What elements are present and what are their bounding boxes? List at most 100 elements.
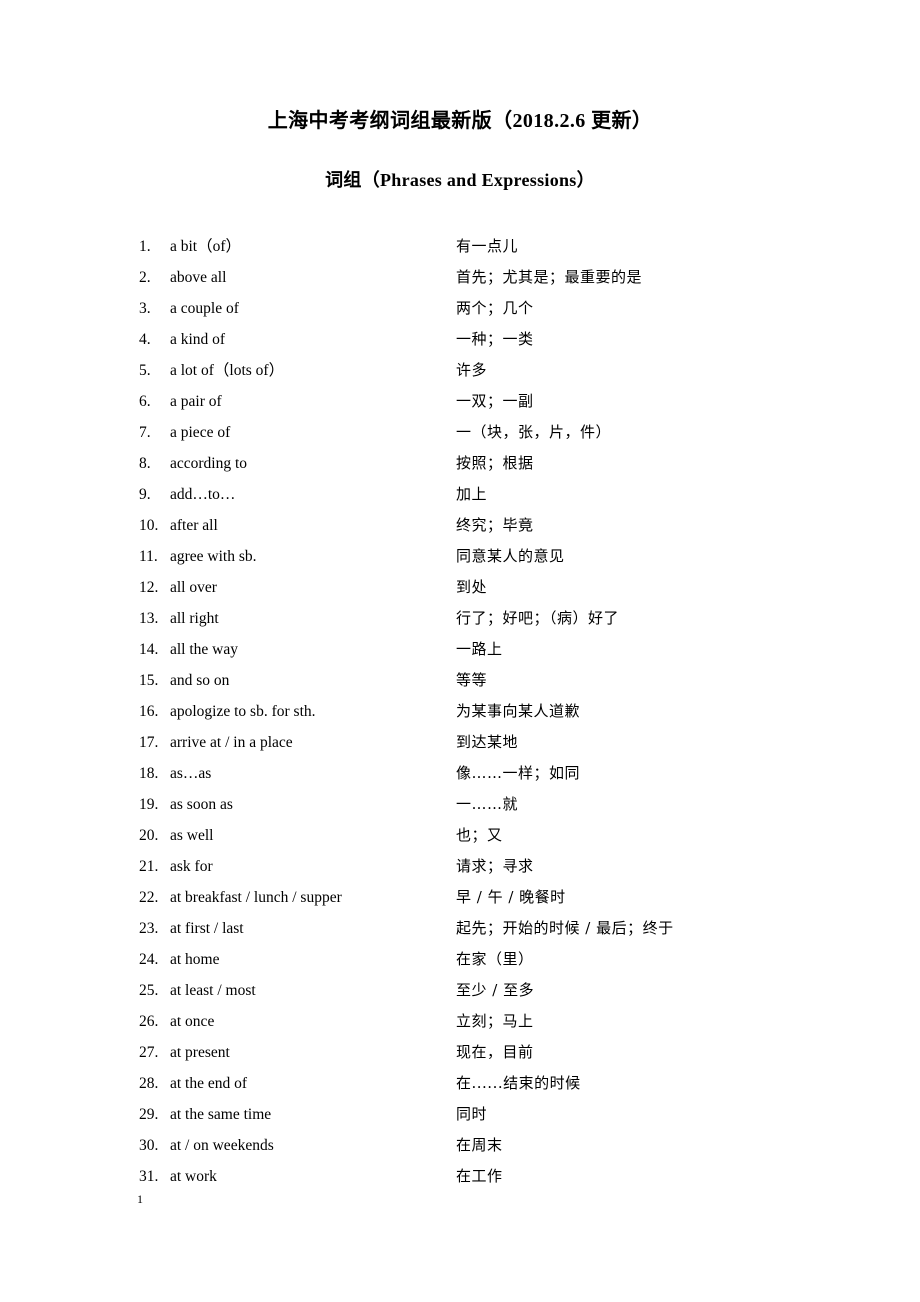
entry-chinese-translation: 有一点儿 bbox=[456, 237, 519, 255]
document-page: 上海中考考纲词组最新版（2018.2.6 更新） 词组（Phrases and … bbox=[0, 0, 920, 1302]
phrase-entry-row: 8. according to 按照；根据 bbox=[0, 448, 920, 479]
entry-english-phrase: at work bbox=[170, 1168, 217, 1185]
entry-chinese-translation: 一……就 bbox=[456, 795, 519, 813]
entry-chinese-translation: 起先；开始的时候 / 最后；终于 bbox=[456, 919, 674, 937]
entry-chinese-translation: 一双；一副 bbox=[456, 392, 534, 410]
entry-chinese-translation: 同时 bbox=[456, 1105, 488, 1123]
document-title: 上海中考考纲词组最新版（2018.2.6 更新） bbox=[267, 110, 653, 132]
phrase-entry-row: 26. at once 立刻；马上 bbox=[0, 1006, 920, 1037]
entry-number: 3. bbox=[139, 300, 151, 317]
entry-number: 29. bbox=[139, 1106, 159, 1123]
entry-chinese-translation: 早 / 午 / 晚餐时 bbox=[456, 888, 566, 906]
entry-english-phrase: at home bbox=[170, 951, 220, 968]
phrase-entry-row: 3. a couple of 两个；几个 bbox=[0, 293, 920, 324]
entry-chinese-translation: 等等 bbox=[456, 671, 488, 689]
entry-chinese-translation: 一种；一类 bbox=[456, 330, 534, 348]
entry-chinese-translation: 加上 bbox=[456, 485, 488, 503]
entry-english-phrase: after all bbox=[170, 517, 218, 534]
entry-chinese-translation: 在家（里） bbox=[456, 950, 534, 968]
phrase-entry-row: 24. at home 在家（里） bbox=[0, 944, 920, 975]
entry-number: 12. bbox=[139, 579, 159, 596]
phrase-entry-row: 6. a pair of 一双；一副 bbox=[0, 386, 920, 417]
phrase-entry-row: 16. apologize to sb. for sth. 为某事向某人道歉 bbox=[0, 696, 920, 727]
entry-english-phrase: a kind of bbox=[170, 331, 226, 348]
entry-chinese-translation: 也；又 bbox=[456, 826, 503, 844]
entry-chinese-translation: 请求；寻求 bbox=[456, 857, 534, 875]
phrase-entry-row: 31. at work 在工作 bbox=[0, 1161, 920, 1192]
phrase-entry-row: 25. at least / most 至少 / 至多 bbox=[0, 975, 920, 1006]
phrase-entry-row: 2. above all 首先；尤其是；最重要的是 bbox=[0, 262, 920, 293]
entry-chinese-translation: 像……一样；如同 bbox=[456, 764, 581, 782]
entry-chinese-translation: 按照；根据 bbox=[456, 454, 534, 472]
entry-number: 26. bbox=[139, 1013, 159, 1030]
entry-number: 28. bbox=[139, 1075, 159, 1092]
phrase-entry-row: 29. at the same time 同时 bbox=[0, 1099, 920, 1130]
entry-chinese-translation: 在工作 bbox=[456, 1167, 503, 1185]
entry-number: 18. bbox=[139, 765, 159, 782]
entry-number: 21. bbox=[139, 858, 159, 875]
entry-english-phrase: at first / last bbox=[170, 920, 244, 937]
entry-chinese-translation: 一路上 bbox=[456, 640, 503, 658]
entry-english-phrase: at breakfast / lunch / supper bbox=[170, 889, 342, 906]
entry-number: 7. bbox=[139, 424, 151, 441]
phrase-entry-row: 5. a lot of（lots of） 许多 bbox=[0, 355, 920, 386]
phrase-entry-row: 21. ask for 请求；寻求 bbox=[0, 851, 920, 882]
phrase-entry-row: 30. at / on weekends 在周末 bbox=[0, 1130, 920, 1161]
entry-english-phrase: apologize to sb. for sth. bbox=[170, 703, 316, 720]
entry-chinese-translation: 到处 bbox=[456, 578, 488, 596]
entry-chinese-translation: 在......结束的时候 bbox=[456, 1074, 581, 1092]
entry-number: 31. bbox=[139, 1168, 159, 1185]
document-subtitle: 词组（Phrases and Expressions） bbox=[325, 170, 595, 190]
entry-english-phrase: a couple of bbox=[170, 300, 239, 317]
phrase-entry-row: 20. as well 也；又 bbox=[0, 820, 920, 851]
entry-number: 13. bbox=[139, 610, 159, 627]
entry-chinese-translation: 终究；毕竟 bbox=[456, 516, 534, 534]
entry-english-phrase: according to bbox=[170, 455, 248, 472]
entry-number: 11. bbox=[139, 548, 158, 565]
phrase-entry-row: 19. as soon as 一……就 bbox=[0, 789, 920, 820]
phrase-entry-row: 12. all over 到处 bbox=[0, 572, 920, 603]
entry-number: 2. bbox=[139, 269, 151, 286]
entry-chinese-translation: 一（块，张，片，件） bbox=[456, 423, 612, 441]
phrase-entry-row: 7. a piece of 一（块，张，片，件） bbox=[0, 417, 920, 448]
entry-number: 15. bbox=[139, 672, 159, 689]
entry-english-phrase: arrive at / in a place bbox=[170, 734, 293, 751]
entry-number: 23. bbox=[139, 920, 159, 937]
page-number: 1 bbox=[137, 1192, 143, 1206]
phrase-entry-row: 17. arrive at / in a place 到达某地 bbox=[0, 727, 920, 758]
entry-english-phrase: all over bbox=[170, 579, 217, 596]
entry-english-phrase: at least / most bbox=[170, 982, 256, 999]
entry-english-phrase: and so on bbox=[170, 672, 230, 689]
entry-english-phrase: a bit（of） bbox=[170, 238, 242, 255]
entry-number: 6. bbox=[139, 393, 151, 410]
entry-number: 20. bbox=[139, 827, 159, 844]
phrase-entry-row: 13. all right 行了；好吧；（病）好了 bbox=[0, 603, 920, 634]
entry-chinese-translation: 在周末 bbox=[456, 1136, 503, 1154]
entry-number: 19. bbox=[139, 796, 159, 813]
entry-chinese-translation: 同意某人的意见 bbox=[456, 547, 565, 565]
phrase-entry-row: 11. agree with sb. 同意某人的意见 bbox=[0, 541, 920, 572]
entry-english-phrase: a pair of bbox=[170, 393, 222, 410]
entry-number: 27. bbox=[139, 1044, 159, 1061]
entry-english-phrase: at present bbox=[170, 1044, 230, 1061]
entry-english-phrase: at / on weekends bbox=[170, 1137, 274, 1154]
phrase-entry-row: 23. at first / last 起先；开始的时候 / 最后；终于 bbox=[0, 913, 920, 944]
entry-english-phrase: above all bbox=[170, 269, 227, 286]
phrase-entry-row: 1. a bit（of） 有一点儿 bbox=[0, 231, 920, 262]
phrase-entry-row: 10. after all 终究；毕竟 bbox=[0, 510, 920, 541]
entry-number: 5. bbox=[139, 362, 151, 379]
entry-number: 8. bbox=[139, 455, 151, 472]
entry-number: 24. bbox=[139, 951, 159, 968]
phrase-entry-row: 14. all the way 一路上 bbox=[0, 634, 920, 665]
entry-chinese-translation: 行了；好吧；（病）好了 bbox=[456, 609, 620, 627]
entry-chinese-translation: 为某事向某人道歉 bbox=[456, 702, 581, 720]
phrase-entry-list: 1. a bit（of） 有一点儿 2. above all 首先；尤其是；最重要的是 3.… bbox=[0, 231, 920, 1192]
entry-number: 10. bbox=[139, 517, 159, 534]
entry-english-phrase: ask for bbox=[170, 858, 213, 875]
phrase-entry-row: 18. as…as 像……一样；如同 bbox=[0, 758, 920, 789]
entry-english-phrase: at the same time bbox=[170, 1106, 272, 1123]
entry-number: 25. bbox=[139, 982, 159, 999]
entry-chinese-translation: 许多 bbox=[456, 361, 488, 379]
entry-english-phrase: agree with sb. bbox=[170, 548, 257, 565]
entry-chinese-translation: 两个；几个 bbox=[456, 299, 534, 317]
